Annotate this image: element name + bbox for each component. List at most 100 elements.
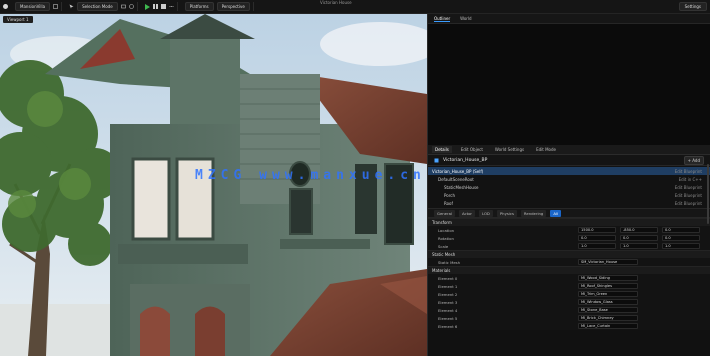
tab-edit-mode[interactable]: Edit Mode [533, 146, 559, 153]
add-component-button[interactable]: + Add [683, 155, 704, 165]
tree-row-action[interactable]: Edit Blueprint [675, 201, 702, 206]
tree-row-action[interactable]: Edit Blueprint [675, 193, 702, 198]
prop-row: Element 4 MI_Stone_Base [428, 306, 710, 314]
material-slot-field[interactable]: MI_Lace_Curtain [578, 323, 638, 329]
scale-x-field[interactable]: 1.0 [578, 243, 616, 249]
tab-world[interactable]: World [460, 16, 471, 21]
tree-row-action[interactable]: Edit in C++ [679, 177, 702, 182]
tab-world-settings[interactable]: World Settings [492, 146, 527, 153]
property-filters: General Actor LOD Physics Rendering All [428, 209, 710, 218]
material-slot-field[interactable]: MI_Roof_Shingles [578, 283, 638, 289]
scale-y-field[interactable]: 1.0 [620, 243, 658, 249]
prop-label: Element 3 [438, 299, 458, 305]
save-icon[interactable] [53, 4, 58, 9]
watermark-text: MZCG www.manxue.cn [195, 168, 426, 183]
material-slot-field[interactable]: MI_Brick_Chimney [578, 315, 638, 321]
tree-row[interactable]: Porch Edit Blueprint [428, 191, 710, 199]
viewport-label[interactable]: Viewport 1 [3, 16, 33, 23]
pause-icon[interactable] [152, 4, 158, 9]
prop-row: Rotation 0.0 0.0 0.0 [428, 234, 710, 242]
tree-row-label: Victorian_House_BP (Self) [432, 168, 484, 174]
details-tabs: Details Edit Object World Settings Edit … [428, 145, 710, 155]
tree-row[interactable]: DefaultSceneRoot Edit in C++ [428, 175, 710, 183]
location-y-field[interactable]: -850.0 [620, 227, 658, 233]
outliner-tabs: Outliner World [428, 14, 710, 24]
static-mesh-field[interactable]: SM_Victorian_House [578, 259, 638, 265]
tree-row[interactable]: Victorian_House_BP (Self) Edit Blueprint [428, 167, 710, 175]
rotation-z-field[interactable]: 0.0 [662, 235, 700, 241]
section-static-mesh[interactable]: Static Mesh [428, 250, 710, 258]
prop-row: Element 5 MI_Brick_Chimney [428, 314, 710, 322]
play-icon[interactable] [144, 3, 150, 10]
section-transform[interactable]: Transform [428, 218, 710, 226]
prop-label: Element 4 [438, 307, 458, 313]
select-mode-icon[interactable] [69, 4, 74, 9]
prop-row: Static Mesh SM_Victorian_House [428, 258, 710, 266]
filter-rendering[interactable]: Rendering [520, 209, 547, 217]
section-materials[interactable]: Materials [428, 266, 710, 274]
blueprint-icon[interactable] [128, 4, 134, 9]
filter-general[interactable]: General [434, 209, 455, 217]
prop-label: Element 0 [438, 275, 458, 281]
prop-row: Element 3 MI_Window_Glass [428, 298, 710, 306]
level-viewport[interactable]: Viewport 1 [0, 14, 427, 356]
prop-row: Element 6 MI_Lace_Curtain [428, 322, 710, 330]
prop-label: Scale [438, 243, 449, 249]
rotation-y-field[interactable]: 0.0 [620, 235, 658, 241]
filter-physics[interactable]: Physics [496, 209, 517, 217]
settings-button[interactable]: Settings [678, 2, 707, 11]
rotation-x-field[interactable]: 0.0 [578, 235, 616, 241]
scale-z-field[interactable]: 1.0 [662, 243, 700, 249]
material-slot-field[interactable]: MI_Window_Glass [578, 299, 638, 305]
tree-row-label: Roof [444, 200, 453, 206]
play-controls [142, 2, 178, 11]
outliner-area [428, 24, 710, 145]
prop-row: Element 2 MI_Trim_Green [428, 290, 710, 298]
tree-row[interactable]: Roof Edit Blueprint [428, 199, 710, 207]
selected-actor-row: Victorian_House_BP + Add [428, 155, 710, 166]
tab-outliner[interactable]: Outliner [434, 16, 451, 22]
toolbar-tabs: MansionVilla [12, 2, 63, 11]
location-z-field[interactable]: 0.0 [662, 227, 700, 233]
stop-icon[interactable] [160, 4, 166, 9]
selected-actor-name: Victorian_House_BP [443, 157, 488, 163]
viewport-scene [0, 14, 427, 356]
tree-row-label: Porch [444, 192, 456, 198]
tree-row-action[interactable]: Edit Blueprint [675, 169, 702, 174]
material-slot-field[interactable]: MI_Trim_Green [578, 291, 638, 297]
material-slot-field[interactable]: MI_Stone_Base [578, 307, 638, 313]
tree-row[interactable]: StaticMeshHouse Edit Blueprint [428, 183, 710, 191]
filter-all[interactable]: All [550, 209, 562, 217]
mode-tab[interactable]: Selection Mode [77, 2, 118, 11]
material-slot-field[interactable]: MI_Wood_Siding [578, 275, 638, 281]
filter-lod[interactable]: LOD [478, 209, 493, 217]
level-tab[interactable]: MansionVilla [15, 2, 51, 11]
filter-actor[interactable]: Actor [458, 209, 475, 217]
main-toolbar: MansionVilla Selection Mode Platforms Pe… [0, 0, 710, 14]
prop-row: Scale 1.0 1.0 1.0 [428, 242, 710, 250]
tree-row-label: StaticMeshHouse [444, 184, 479, 190]
prop-label: Element 2 [438, 291, 458, 297]
unreal-logo-icon[interactable] [3, 4, 8, 9]
prop-label: Element 6 [438, 323, 458, 329]
location-x-field[interactable]: 1500.0 [578, 227, 616, 233]
component-tree: Victorian_House_BP (Self) Edit Blueprint… [428, 166, 710, 209]
prop-label: Element 5 [438, 315, 458, 321]
platform-group: Platforms Perspective [182, 2, 254, 11]
right-panel: Outliner World Details Edit Object World… [427, 14, 710, 356]
prop-row: Location 1500.0 -850.0 0.0 [428, 226, 710, 234]
mode-group: Selection Mode [66, 2, 138, 11]
more-options-icon[interactable] [169, 4, 174, 9]
prop-row: Element 0 MI_Wood_Siding [428, 274, 710, 282]
tree-row-action[interactable]: Edit Blueprint [675, 185, 702, 190]
platforms-tab[interactable]: Platforms [184, 2, 214, 11]
content-icon[interactable] [120, 4, 126, 9]
actor-icon [434, 158, 439, 163]
tab-edit-object[interactable]: Edit Object [458, 146, 486, 153]
perspective-tab[interactable]: Perspective [216, 2, 250, 11]
tree-row-label: DefaultSceneRoot [438, 176, 474, 182]
prop-label: Location [438, 227, 455, 233]
tab-details[interactable]: Details [432, 146, 452, 153]
details-scrollbar[interactable] [707, 164, 709, 224]
prop-row: Element 1 MI_Roof_Shingles [428, 282, 710, 290]
